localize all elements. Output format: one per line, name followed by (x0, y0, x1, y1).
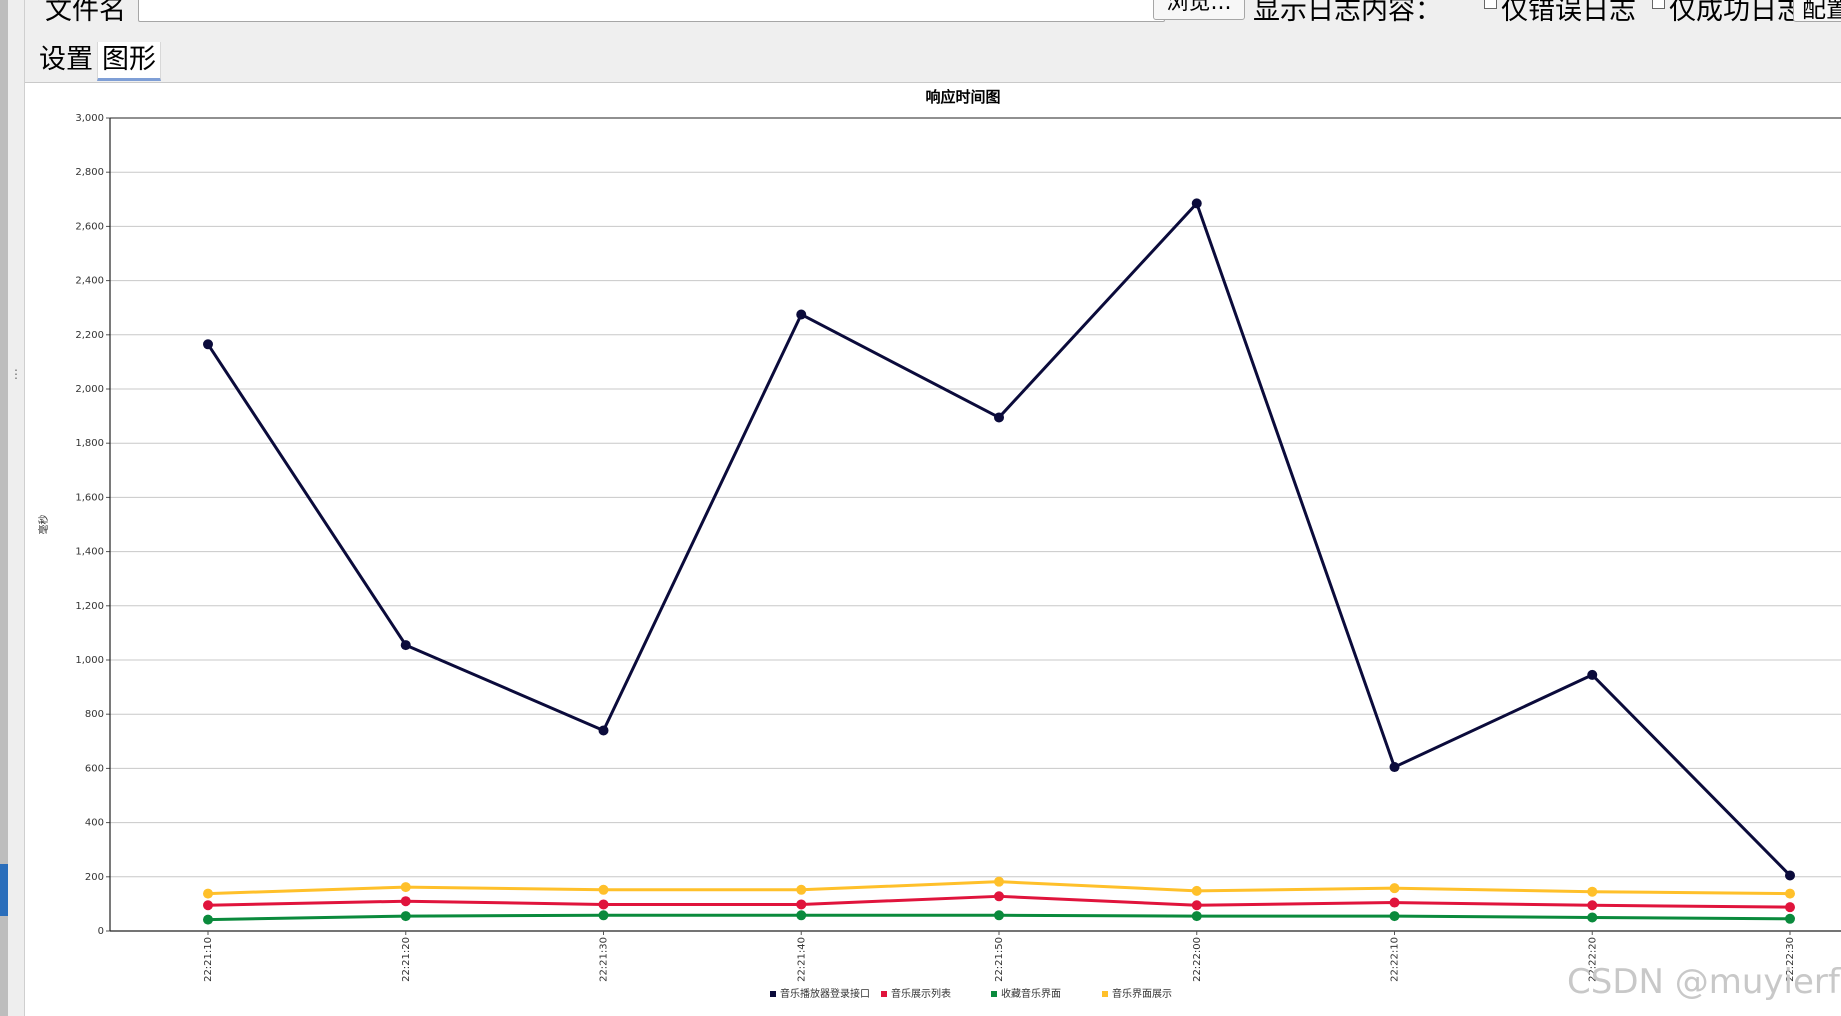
data-point (796, 309, 807, 320)
success-only-checkbox[interactable] (1652, 0, 1665, 9)
drag-handle-icon[interactable]: ⋮ (10, 368, 22, 386)
x-tick-label: 22:21:40 (796, 937, 807, 982)
filename-label: 文件名 (45, 0, 126, 26)
legend-swatch (991, 991, 997, 997)
y-tick-label: 1,400 (75, 547, 104, 558)
data-point (203, 888, 213, 899)
data-point (1191, 911, 1202, 922)
y-tick-label: 3,000 (75, 113, 104, 124)
y-tick-label: 1,200 (75, 601, 104, 612)
y-tick-label: 0 (98, 926, 104, 937)
data-point (400, 911, 411, 922)
data-point (994, 876, 1004, 887)
data-point (203, 914, 213, 925)
y-tick-label: 600 (85, 763, 104, 774)
x-tick-label: 22:22:10 (1390, 937, 1401, 982)
legend-label: 收藏音乐界面 (1001, 987, 1061, 1000)
data-point (400, 882, 411, 893)
tab-settings[interactable]: 设置 (35, 42, 97, 78)
data-point (1389, 762, 1400, 773)
response-time-chart: 响应时间图 0 200 400 600 800 1,000 1,200 1,400 1,600 1,… (37, 88, 1841, 1000)
y-tick-label: 1,600 (75, 492, 104, 503)
y-tick-label: 400 (85, 818, 104, 829)
data-point (1191, 198, 1202, 209)
main-area: 文件名 浏览... 显示日志内容： 仅错误日志 仅成功日志 配置 设置 图形 响… (25, 0, 1841, 1016)
data-point (1587, 886, 1598, 897)
data-point (203, 900, 213, 911)
legend-label: 音乐播放器登录接口 (780, 987, 870, 1000)
data-point (598, 725, 609, 736)
data-point (400, 640, 411, 651)
data-point (1785, 902, 1795, 913)
y-tick-label: 2,400 (75, 276, 104, 287)
config-button[interactable]: 配置 (1793, 0, 1841, 22)
y-axis-label: 毫秒 (37, 515, 50, 535)
data-point (598, 884, 609, 895)
y-tick-label: 2,000 (75, 384, 104, 395)
data-point (796, 884, 807, 895)
watermark-text: CSDN @muyierfly (1567, 962, 1841, 1002)
legend-swatch (881, 991, 887, 997)
x-tick-label: 22:21:20 (401, 937, 412, 982)
y-tick-label: 2,600 (75, 221, 104, 232)
filename-input[interactable] (138, 0, 1165, 22)
data-point (1389, 911, 1400, 922)
data-point (1587, 912, 1598, 923)
chart-title: 响应时间图 (925, 88, 1000, 106)
data-point (1587, 900, 1598, 911)
data-point (994, 910, 1004, 921)
window-edge-highlight (0, 864, 8, 916)
browse-button[interactable]: 浏览... (1153, 0, 1245, 20)
data-point (1785, 888, 1795, 899)
legend-swatch (1102, 991, 1108, 997)
y-tick-label: 2,800 (75, 167, 104, 178)
data-point (1191, 885, 1202, 896)
data-point (796, 910, 807, 921)
tab-bar: 设置 图形 (25, 38, 1841, 83)
data-point (598, 899, 609, 910)
errors-only-checkbox[interactable] (1484, 0, 1497, 9)
show-log-label: 显示日志内容： (1253, 0, 1442, 26)
x-tick-label: 22:21:30 (599, 937, 610, 982)
series-line (206, 201, 1792, 877)
legend-label: 音乐界面展示 (1112, 987, 1172, 1000)
data-point (598, 910, 609, 921)
data-point (1389, 883, 1400, 894)
errors-only-label: 仅错误日志 (1501, 0, 1636, 26)
data-point (1785, 870, 1795, 881)
data-point (203, 339, 213, 350)
legend-label: 音乐展示列表 (891, 987, 951, 1000)
file-toolbar: 文件名 浏览... 显示日志内容： 仅错误日志 仅成功日志 配置 (25, 0, 1841, 28)
x-tick-label: 22:22:00 (1192, 937, 1203, 982)
left-splitter[interactable]: ⋮ (8, 0, 25, 1016)
y-tick-label: 800 (85, 709, 104, 720)
data-point (796, 899, 807, 910)
y-tick-label: 2,200 (75, 330, 104, 341)
y-tick-label: 1,800 (75, 438, 104, 449)
y-tick-label: 200 (85, 872, 104, 883)
legend-swatch (770, 991, 776, 997)
data-point (1587, 669, 1598, 680)
data-point (1389, 897, 1400, 908)
data-point (1785, 913, 1795, 924)
success-only-label: 仅成功日志 (1669, 0, 1804, 26)
data-point (994, 891, 1004, 902)
x-tick-label: 22:21:50 (994, 937, 1005, 982)
data-point (400, 896, 411, 907)
y-tick-label: 1,000 (75, 655, 104, 666)
data-point (994, 412, 1004, 423)
data-point (1191, 900, 1202, 911)
x-tick-label: 22:21:10 (203, 937, 214, 982)
tab-graph[interactable]: 图形 (97, 42, 161, 81)
chart-panel: 响应时间图 0 200 400 600 800 1,000 1,200 1,400 1,600 1,… (25, 83, 1841, 1016)
